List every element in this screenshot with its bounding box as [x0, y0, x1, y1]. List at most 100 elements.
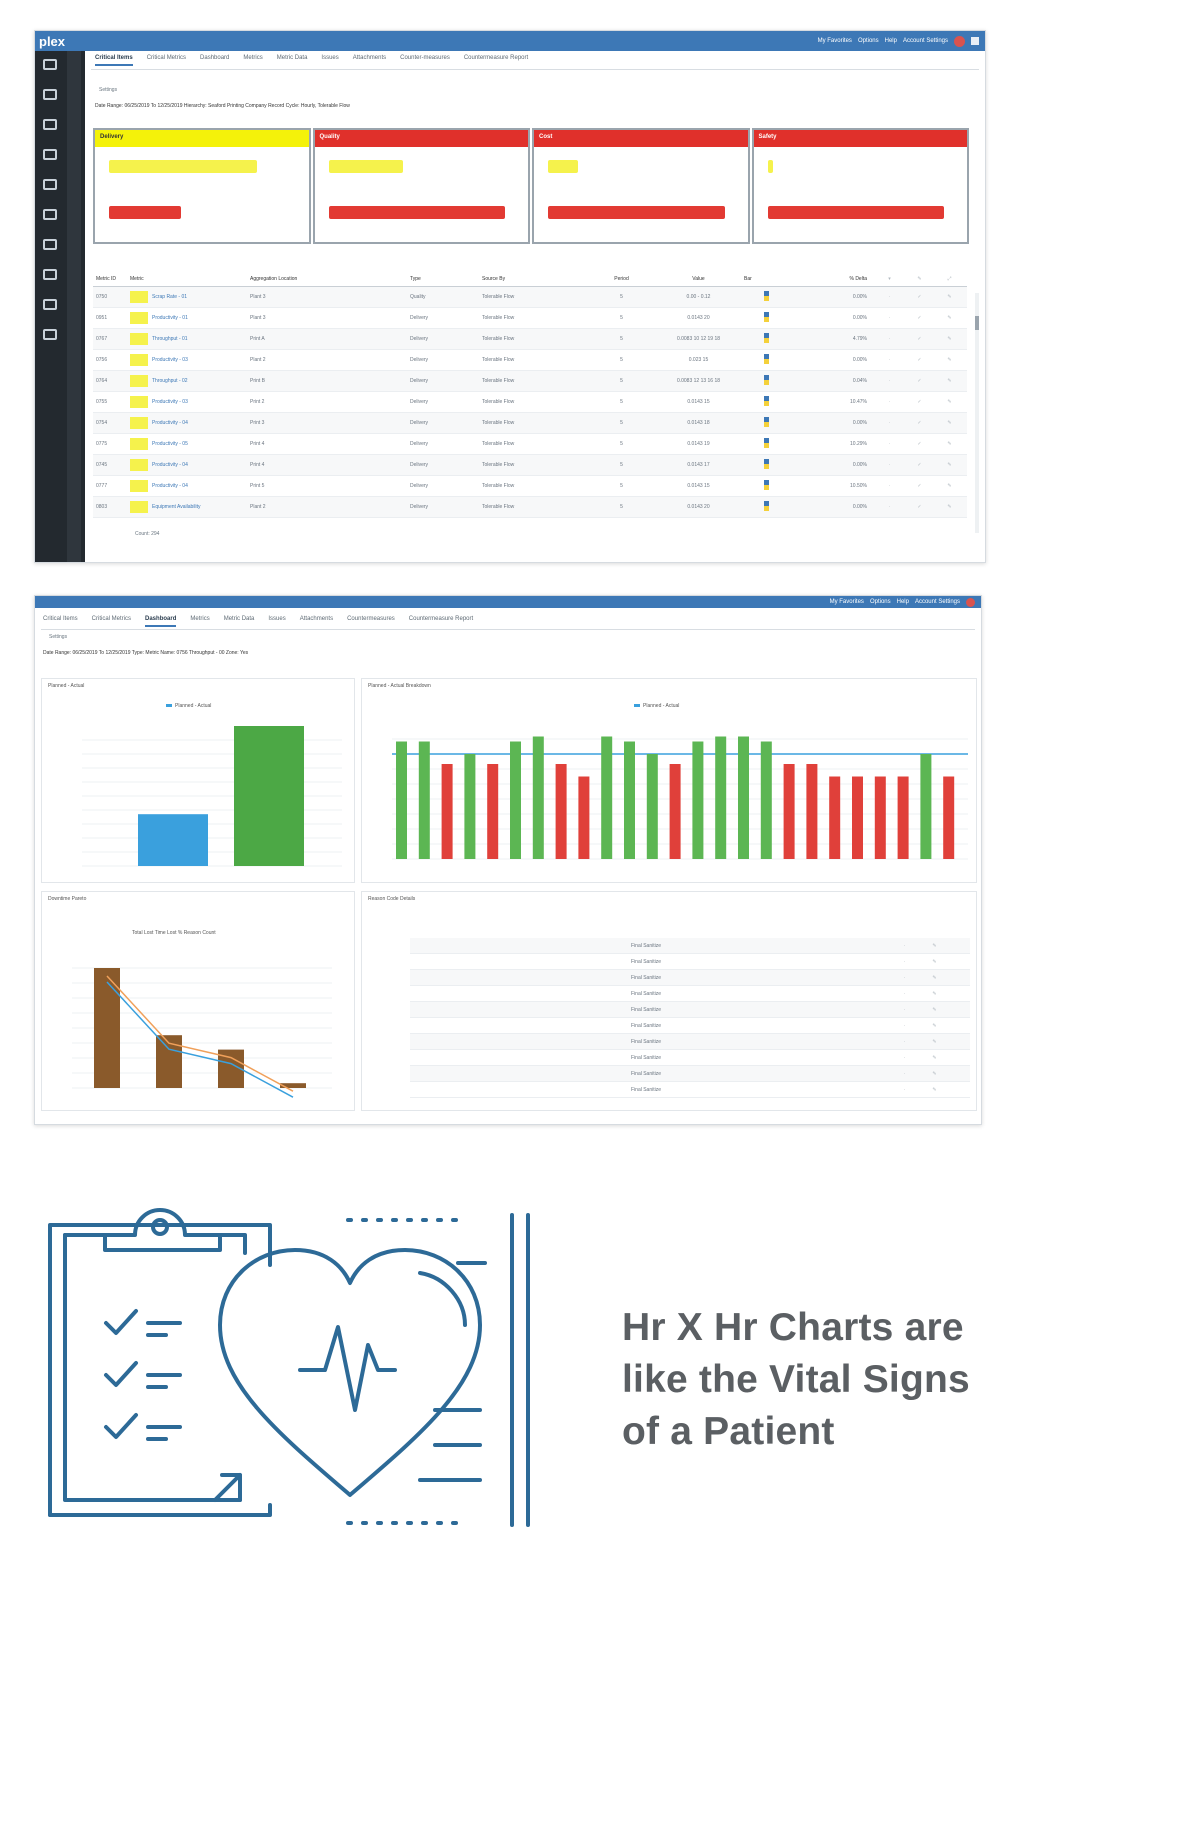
col-period[interactable]: Period — [587, 276, 653, 282]
row-edit-icon[interactable]: ✎ — [933, 378, 963, 384]
tab2-metric-data[interactable]: Metric Data — [224, 616, 255, 627]
tab2-countermeasures[interactable]: Countermeasures — [347, 616, 395, 627]
settings-icon[interactable] — [43, 329, 57, 340]
menu-options[interactable]: Options — [858, 38, 879, 44]
cell-metric[interactable]: Productivity - 03 — [127, 396, 247, 408]
row-edit-icon[interactable]: ✎ — [933, 504, 963, 510]
reason-flag-icon[interactable]: · — [888, 959, 918, 965]
metric-link[interactable]: Productivity - 04 — [152, 420, 188, 426]
reason-row[interactable]: Final Sanitize · ✎ — [410, 1002, 970, 1018]
reason-flag-icon[interactable]: · — [888, 991, 918, 997]
col-metric[interactable]: Metric — [127, 276, 247, 282]
reason-flag-icon[interactable]: · — [888, 1007, 918, 1013]
reason-row[interactable]: Final Sanitize · ✎ — [410, 970, 970, 986]
row-flag-icon[interactable]: · — [873, 315, 903, 321]
reason-flag-icon[interactable]: · — [888, 975, 918, 981]
tab-critical-metrics[interactable]: Critical Metrics — [147, 55, 186, 66]
reason-flag-icon[interactable]: · — [888, 1055, 918, 1061]
table-row[interactable]: 0745 Productivity - 04 Print 4 Delivery Tole… — [93, 455, 967, 476]
calendar-icon[interactable] — [43, 89, 57, 100]
cell-metric[interactable]: Throughput - 02 — [127, 375, 247, 387]
tab-attachments[interactable]: Attachments — [353, 55, 386, 66]
table-scroll-thumb[interactable] — [975, 316, 979, 330]
table-row[interactable]: 0755 Productivity - 03 Print 2 Delivery Tole… — [93, 392, 967, 413]
table-row[interactable]: 0951 Productivity - 01 Plant 3 Delivery Tole… — [93, 308, 967, 329]
row-check-icon[interactable]: ✓ — [903, 294, 933, 300]
table-row[interactable]: 0803 Equipment Availability Plant 2 Deliver… — [93, 497, 967, 518]
col-bar[interactable]: Bar — [741, 276, 811, 282]
metric-link[interactable]: Productivity - 04 — [152, 462, 188, 468]
metric-link[interactable]: Throughput - 02 — [152, 378, 188, 384]
row-flag-icon[interactable]: · — [873, 462, 903, 468]
row-check-icon[interactable]: ✓ — [903, 483, 933, 489]
row-check-icon[interactable]: ✓ — [903, 378, 933, 384]
metric-link[interactable]: Productivity - 03 — [152, 399, 188, 405]
menu-account-2[interactable]: Account Settings — [915, 599, 960, 605]
report-icon[interactable] — [43, 299, 57, 310]
notification-icon[interactable] — [954, 35, 965, 47]
cell-metric[interactable]: Throughput - 01 — [127, 333, 247, 345]
row-flag-icon[interactable]: · — [873, 483, 903, 489]
reason-row[interactable]: Final Sanitize · ✎ — [410, 1018, 970, 1034]
row-flag-icon[interactable]: · — [873, 504, 903, 510]
table-row[interactable]: 0764 Throughput - 02 Print B Delivery Tolera… — [93, 371, 967, 392]
row-flag-icon[interactable]: · — [873, 294, 903, 300]
col-delta[interactable]: % Delta — [811, 276, 873, 282]
cell-metric[interactable]: Productivity - 05 — [127, 438, 247, 450]
col-value[interactable]: Value — [653, 276, 741, 282]
row-edit-icon[interactable]: ✎ — [933, 315, 963, 321]
kpi-card-0[interactable]: Delivery — [93, 128, 311, 244]
reason-row[interactable]: Final Sanitize · ✎ — [410, 986, 970, 1002]
reason-edit-icon[interactable]: ✎ — [918, 1023, 948, 1029]
col-type[interactable]: Type — [407, 276, 479, 282]
filter-icon[interactable]: ▾ — [873, 276, 903, 282]
table-row[interactable]: 0775 Productivity - 05 Print 4 Delivery Tole… — [93, 434, 967, 455]
row-edit-icon[interactable]: ✎ — [933, 336, 963, 342]
table-row[interactable]: 0777 Productivity - 04 Print 5 Delivery Tole… — [93, 476, 967, 497]
row-flag-icon[interactable]: · — [873, 441, 903, 447]
reason-row[interactable]: Final Sanitize · ✎ — [410, 1034, 970, 1050]
metric-link[interactable]: Productivity - 04 — [152, 483, 188, 489]
tab2-critical-metrics[interactable]: Critical Metrics — [92, 616, 131, 627]
row-flag-icon[interactable]: · — [873, 399, 903, 405]
col-source[interactable]: Source By — [479, 276, 587, 282]
row-check-icon[interactable]: ✓ — [903, 420, 933, 426]
reason-row[interactable]: Final Sanitize · ✎ — [410, 938, 970, 954]
reason-edit-icon[interactable]: ✎ — [918, 1087, 948, 1093]
checklist-icon[interactable] — [43, 119, 57, 130]
tab2-metrics[interactable]: Metrics — [190, 616, 209, 627]
list-icon[interactable] — [43, 149, 57, 160]
edit-icon[interactable]: ✎ — [903, 276, 933, 282]
cell-metric[interactable]: Productivity - 03 — [127, 354, 247, 366]
reason-flag-icon[interactable]: · — [888, 1087, 918, 1093]
menu-account[interactable]: Account Settings — [903, 38, 948, 44]
tab2-critical-items[interactable]: Critical Items — [43, 616, 78, 627]
row-edit-icon[interactable]: ✎ — [933, 483, 963, 489]
tab2-dashboard[interactable]: Dashboard — [145, 616, 177, 627]
metric-link[interactable]: Scrap Rate - 01 — [152, 294, 187, 300]
tab-metric-data[interactable]: Metric Data — [277, 55, 308, 66]
chart-icon[interactable] — [43, 239, 57, 250]
tab2-countermeasure-report[interactable]: Countermeasure Report — [409, 616, 473, 627]
tab-critical-items[interactable]: Critical Items — [95, 55, 133, 66]
menu-favorites[interactable]: My Favorites — [818, 38, 852, 44]
menu-help-2[interactable]: Help — [897, 599, 909, 605]
metric-link[interactable]: Productivity - 01 — [152, 315, 188, 321]
reason-flag-icon[interactable]: · — [888, 1071, 918, 1077]
window-icon[interactable] — [971, 37, 979, 45]
table-row[interactable]: 0767 Throughput - 01 Print A Delivery Tolera… — [93, 329, 967, 350]
row-edit-icon[interactable]: ✎ — [933, 294, 963, 300]
kpi-card-3[interactable]: Safety — [751, 128, 969, 244]
table-row[interactable]: 0754 Productivity - 04 Print 3 Delivery Tole… — [93, 413, 967, 434]
tab-countermeasures[interactable]: Counter-measures — [400, 55, 450, 66]
reason-row[interactable]: Final Sanitize · ✎ — [410, 1066, 970, 1082]
row-edit-icon[interactable]: ✎ — [933, 357, 963, 363]
tab-dashboard[interactable]: Dashboard — [200, 55, 229, 66]
reason-flag-icon[interactable]: · — [888, 1023, 918, 1029]
kpi-card-2[interactable]: Cost — [532, 128, 750, 244]
reason-flag-icon[interactable]: · — [888, 1039, 918, 1045]
row-check-icon[interactable]: ✓ — [903, 399, 933, 405]
tab-metrics[interactable]: Metrics — [243, 55, 262, 66]
gear-icon[interactable] — [43, 179, 57, 190]
reason-edit-icon[interactable]: ✎ — [918, 1007, 948, 1013]
